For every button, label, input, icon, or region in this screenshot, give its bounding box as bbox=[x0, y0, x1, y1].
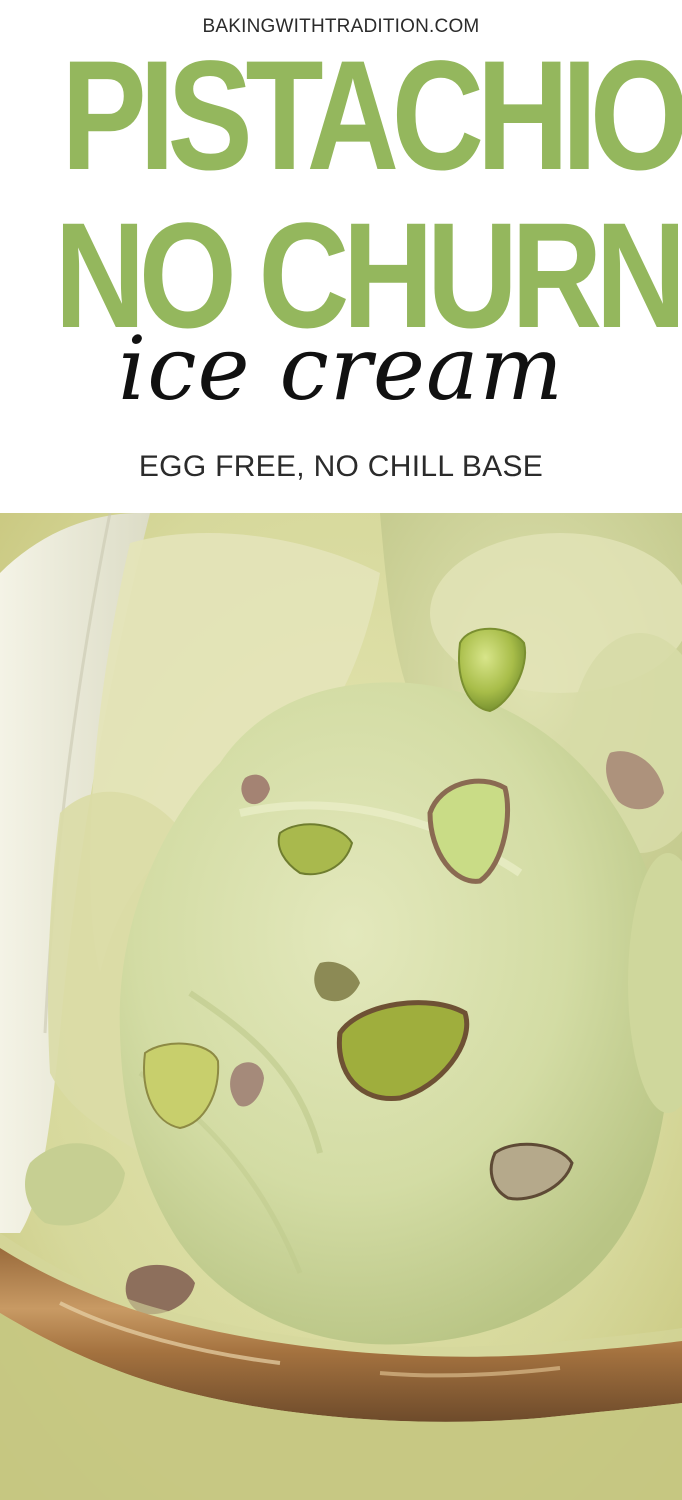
ice-cream-illustration bbox=[0, 513, 682, 1500]
subtitle: EGG FREE, NO CHILL BASE bbox=[138, 450, 544, 483]
script-title: ice cream bbox=[118, 317, 564, 420]
ice-cream-photo bbox=[0, 513, 682, 1500]
pin-image: BAKINGWITHTRADITION.COM PISTACHIO NO CHU… bbox=[0, 0, 682, 1500]
title-line-1: PISTACHIO bbox=[61, 29, 682, 203]
header-panel: BAKINGWITHTRADITION.COM PISTACHIO NO CHU… bbox=[0, 0, 682, 513]
